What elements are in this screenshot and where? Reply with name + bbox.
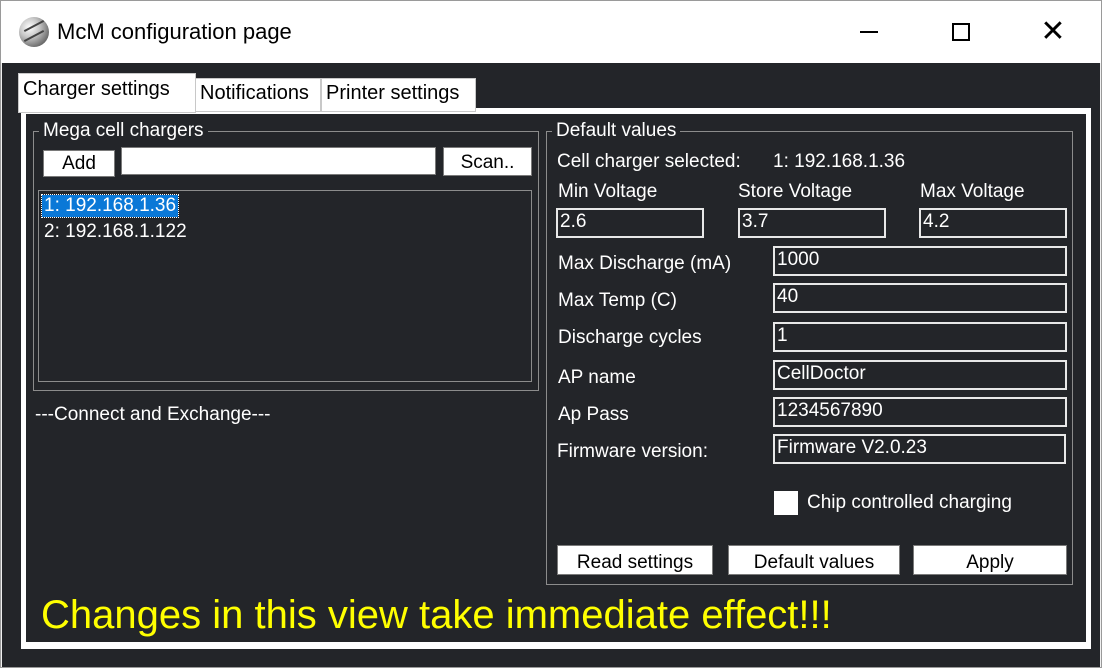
max-voltage-label: Max Voltage (920, 181, 1025, 202)
charger-list[interactable]: 1: 192.168.1.36 2: 192.168.1.122 (38, 190, 532, 382)
minimize-button[interactable] (823, 1, 915, 63)
title-bar[interactable]: McM configuration page ✕ (1, 1, 1101, 63)
ap-pass-field[interactable]: 1234567890 (773, 397, 1067, 427)
window-title: McM configuration page (57, 19, 292, 44)
selected-charger-label: Cell charger selected: (557, 151, 741, 172)
max-temp-label: Max Temp (C) (558, 290, 677, 311)
store-voltage-field[interactable]: 3.7 (738, 208, 886, 238)
chip-charging-label[interactable]: Chip controlled charging (807, 492, 1012, 514)
ap-pass-label: Ap Pass (558, 404, 629, 425)
tab-notifications[interactable]: Notifications (195, 78, 321, 112)
chip-charging-checkbox[interactable] (774, 491, 798, 515)
firmware-version-label: Firmware version: (557, 441, 708, 462)
scan-button[interactable]: Scan.. (443, 147, 532, 176)
chargers-group-legend: Mega cell chargers (39, 120, 208, 142)
min-voltage-label: Min Voltage (558, 181, 658, 202)
selected-charger-value: 1: 192.168.1.36 (773, 151, 906, 172)
max-voltage-field[interactable]: 4.2 (919, 208, 1067, 238)
defaults-group-legend: Default values (552, 120, 681, 142)
discharge-cycles-field[interactable]: 1 (773, 322, 1067, 352)
app-logo-icon (19, 17, 49, 47)
max-discharge-label: Max Discharge (mA) (558, 253, 732, 274)
charger-address-input[interactable] (121, 147, 436, 175)
min-voltage-field[interactable]: 2.6 (556, 208, 704, 238)
add-charger-button[interactable]: Add (43, 150, 115, 177)
read-settings-button[interactable]: Read settings (557, 545, 713, 575)
store-voltage-label: Store Voltage (738, 181, 853, 202)
tab-charger-settings[interactable]: Charger settings (18, 73, 196, 113)
list-item[interactable]: 2: 192.168.1.122 (42, 221, 189, 243)
tab-printer-settings[interactable]: Printer settings (321, 78, 476, 112)
list-item[interactable]: 1: 192.168.1.36 (40, 194, 180, 218)
minimize-icon (860, 31, 878, 33)
immediate-effect-notice: Changes in this view take immediate effe… (41, 593, 832, 637)
apply-button[interactable]: Apply (913, 545, 1067, 575)
firmware-version-field: Firmware V2.0.23 (773, 434, 1066, 464)
max-temp-field[interactable]: 40 (773, 283, 1067, 313)
close-icon: ✕ (1040, 15, 1066, 48)
maximize-button[interactable] (915, 1, 1007, 63)
close-button[interactable]: ✕ (1007, 1, 1099, 63)
max-discharge-field[interactable]: 1000 (773, 246, 1067, 276)
maximize-icon (952, 23, 970, 41)
app-window: McM configuration page ✕ Notifications P… (0, 0, 1102, 668)
connection-status: ---Connect and Exchange--- (35, 404, 271, 425)
default-values-button[interactable]: Default values (728, 545, 900, 575)
ap-name-field[interactable]: CellDoctor (773, 360, 1067, 390)
ap-name-label: AP name (558, 367, 636, 388)
discharge-cycles-label: Discharge cycles (558, 327, 702, 348)
